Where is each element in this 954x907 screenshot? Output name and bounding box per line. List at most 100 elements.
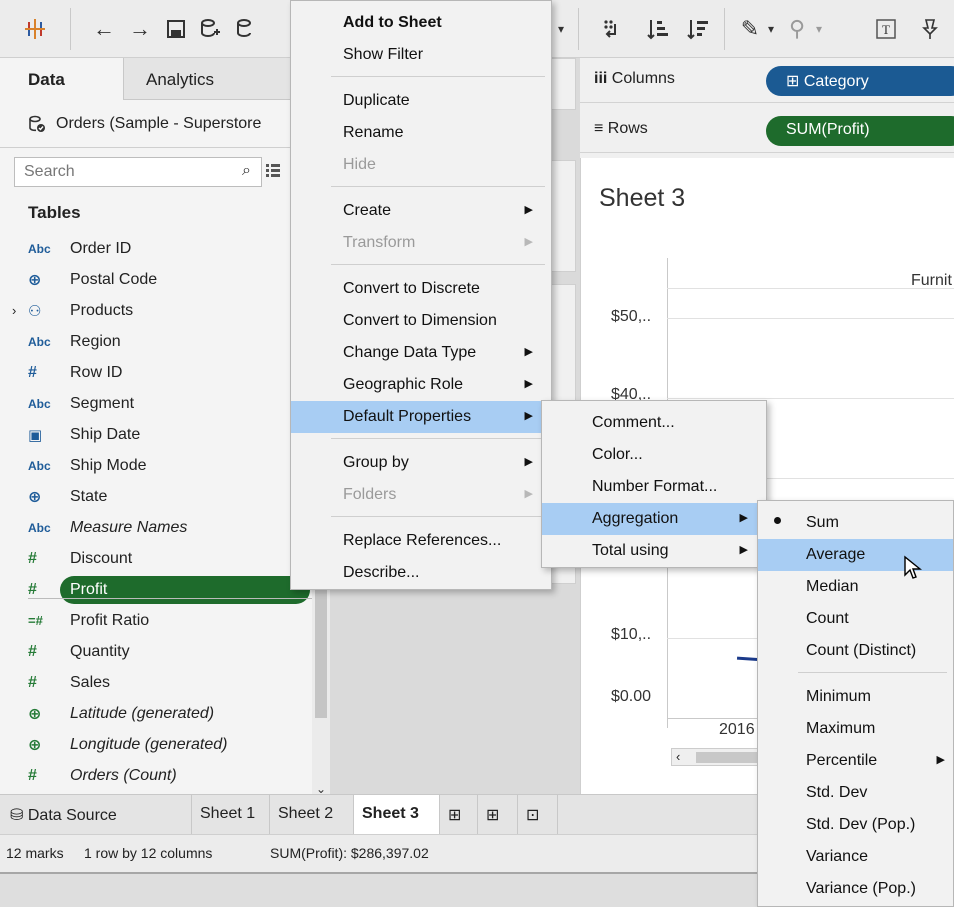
menu-agg-count-distinct[interactable]: Count (Distinct) — [758, 635, 953, 667]
field-ship-mode[interactable]: Abc Ship Mode — [0, 450, 312, 481]
menu-agg-average[interactable]: Average — [758, 539, 953, 571]
sort-descending-icon[interactable] — [684, 14, 712, 44]
menu-agg-count[interactable]: Count — [758, 603, 953, 635]
field-profit-ratio[interactable]: =# Profit Ratio — [0, 605, 312, 636]
field-profit[interactable]: # Profit — [0, 574, 312, 605]
menu-agg-minimum[interactable]: Minimum — [758, 681, 953, 713]
new-story-icon[interactable]: ⊡ — [518, 795, 558, 835]
pin-icon[interactable] — [918, 14, 942, 44]
datasource-icon — [28, 115, 46, 133]
category-pill[interactable]: ⊞ Category — [766, 66, 954, 96]
dropdown-chevron-icon[interactable]: ▾ — [812, 14, 826, 44]
field-segment[interactable]: Abc Segment — [0, 388, 312, 419]
string-type-icon: Abc — [28, 334, 51, 349]
menu-rename[interactable]: Rename — [291, 117, 551, 149]
datasource-icon[interactable] — [232, 14, 260, 44]
menu-agg-median[interactable]: Median — [758, 571, 953, 603]
menu-show-filter[interactable]: Show Filter — [291, 39, 551, 71]
save-icon[interactable] — [162, 14, 190, 44]
field-region[interactable]: Abc Region — [0, 326, 312, 357]
hierarchy-icon: ⚇ — [28, 302, 42, 320]
menu-agg-variance[interactable]: Variance — [758, 841, 953, 873]
search-icon[interactable]: ⌕ — [242, 162, 251, 180]
menu-separator — [798, 672, 947, 673]
menu-agg-sum[interactable]: Sum — [758, 507, 953, 539]
menu-agg-variance-pop[interactable]: Variance (Pop.) — [758, 873, 953, 905]
menu-agg-std-dev-pop[interactable]: Std. Dev (Pop.) — [758, 809, 953, 841]
menu-total-using[interactable]: Total using ▶ — [542, 535, 766, 567]
search-input[interactable]: Search ⌕ — [14, 157, 262, 187]
rows-shelf[interactable]: ≡ Rows SUM(Profit) — [580, 108, 954, 153]
number-type-icon: # — [28, 673, 37, 691]
field-latitude[interactable]: ⊕ Latitude (generated) — [0, 698, 312, 729]
field-order-id[interactable]: Abc Order ID — [0, 233, 312, 264]
menu-agg-std-dev[interactable]: Std. Dev — [758, 777, 953, 809]
menu-convert-to-dimension[interactable]: Convert to Dimension — [291, 305, 551, 337]
menu-convert-to-discrete[interactable]: Convert to Discrete — [291, 273, 551, 305]
submenu-arrow-icon: ▶ — [739, 512, 748, 524]
calculated-number-icon: =# — [28, 613, 43, 628]
menu-folders: Folders ▶ — [343, 486, 533, 503]
forward-arrow-icon[interactable]: → — [126, 14, 154, 44]
tab-data-source[interactable]: ⛁ Data Source — [0, 795, 192, 835]
submenu-arrow-icon: ▶ — [524, 488, 533, 500]
text-label-icon[interactable]: T — [874, 14, 898, 44]
sort-ascending-icon[interactable] — [644, 14, 672, 44]
new-dashboard-icon[interactable]: ⊞ — [478, 795, 518, 835]
field-list: Abc Order ID ⊕ Postal Code › ⚇ Products Abc R… — [0, 233, 312, 791]
tab-sheet-1[interactable]: Sheet 1 — [192, 795, 270, 835]
field-postal-code[interactable]: ⊕ Postal Code — [0, 264, 312, 295]
field-quantity[interactable]: # Quantity — [0, 636, 312, 667]
highlight-icon[interactable]: ✎ — [738, 14, 762, 44]
menu-color[interactable]: Color... — [542, 439, 766, 471]
field-state[interactable]: ⊕ State — [0, 481, 312, 512]
menu-agg-percentile[interactable]: Percentile ▶ — [758, 745, 953, 777]
tab-sheet-2[interactable]: Sheet 2 — [270, 795, 354, 835]
menu-create[interactable]: Create ▶ — [291, 195, 551, 227]
menu-agg-maximum[interactable]: Maximum — [758, 713, 953, 745]
sheet-title[interactable]: Sheet 3 — [599, 184, 685, 213]
menu-add-to-sheet[interactable]: Add to Sheet — [291, 7, 551, 39]
tab-data[interactable]: Data — [0, 58, 124, 100]
menu-change-data-type[interactable]: Change Data Type ▶ — [291, 337, 551, 369]
menu-number-format[interactable]: Number Format... — [542, 471, 766, 503]
attach-icon[interactable]: ⚲ — [784, 14, 810, 44]
menu-separator — [331, 516, 545, 517]
menu-duplicate[interactable]: Duplicate — [291, 85, 551, 117]
back-arrow-icon[interactable]: ← — [90, 14, 118, 44]
tab-sheet-3[interactable]: Sheet 3 — [354, 795, 440, 835]
field-orders-count[interactable]: # Orders (Count) — [0, 760, 312, 791]
datasource-name: Orders (Sample - Superstore — [56, 114, 262, 132]
dropdown-chevron-icon[interactable]: ▾ — [554, 14, 568, 44]
expand-chevron-icon[interactable]: › — [12, 303, 16, 318]
menu-group-by[interactable]: Group by ▶ — [291, 447, 551, 479]
field-products[interactable]: › ⚇ Products — [0, 295, 312, 326]
field-row-id[interactable]: # Row ID — [0, 357, 312, 388]
columns-shelf-label: iii Columns — [594, 70, 675, 87]
dropdown-chevron-icon[interactable]: ▾ — [764, 14, 778, 44]
field-longitude[interactable]: ⊕ Longitude (generated) — [0, 729, 312, 760]
field-discount[interactable]: # Discount — [0, 543, 312, 574]
menu-default-properties[interactable]: Default Properties ▶ — [291, 401, 551, 433]
new-datasource-icon[interactable] — [196, 14, 224, 44]
swap-icon[interactable] — [598, 14, 626, 44]
mouse-cursor-icon — [903, 555, 923, 581]
sum-profit-pill[interactable]: SUM(Profit) — [766, 116, 954, 146]
field-ship-date[interactable]: ▣ Ship Date — [0, 419, 312, 450]
number-type-icon: # — [28, 766, 37, 784]
gridline — [667, 318, 954, 319]
scroll-left-arrow-icon[interactable]: ‹ — [676, 749, 680, 764]
menu-comment[interactable]: Comment... — [542, 407, 766, 439]
tableau-logo-icon[interactable] — [20, 14, 50, 44]
field-measure-names[interactable]: Abc Measure Names — [0, 512, 312, 543]
menu-describe[interactable]: Describe... — [291, 557, 551, 589]
menu-geographic-role[interactable]: Geographic Role ▶ — [291, 369, 551, 401]
datasource-selector[interactable]: Orders (Sample - Superstore — [0, 100, 330, 148]
field-sales[interactable]: # Sales — [0, 667, 312, 698]
menu-replace-references[interactable]: Replace References... — [291, 525, 551, 557]
menu-transform: Transform ▶ — [343, 234, 533, 251]
menu-aggregation[interactable]: Aggregation ▶ — [542, 503, 766, 535]
new-worksheet-icon[interactable]: ⊞ — [440, 795, 478, 835]
columns-shelf[interactable]: iii Columns ⊞ Category — [580, 58, 954, 103]
list-view-icon[interactable] — [265, 162, 285, 182]
